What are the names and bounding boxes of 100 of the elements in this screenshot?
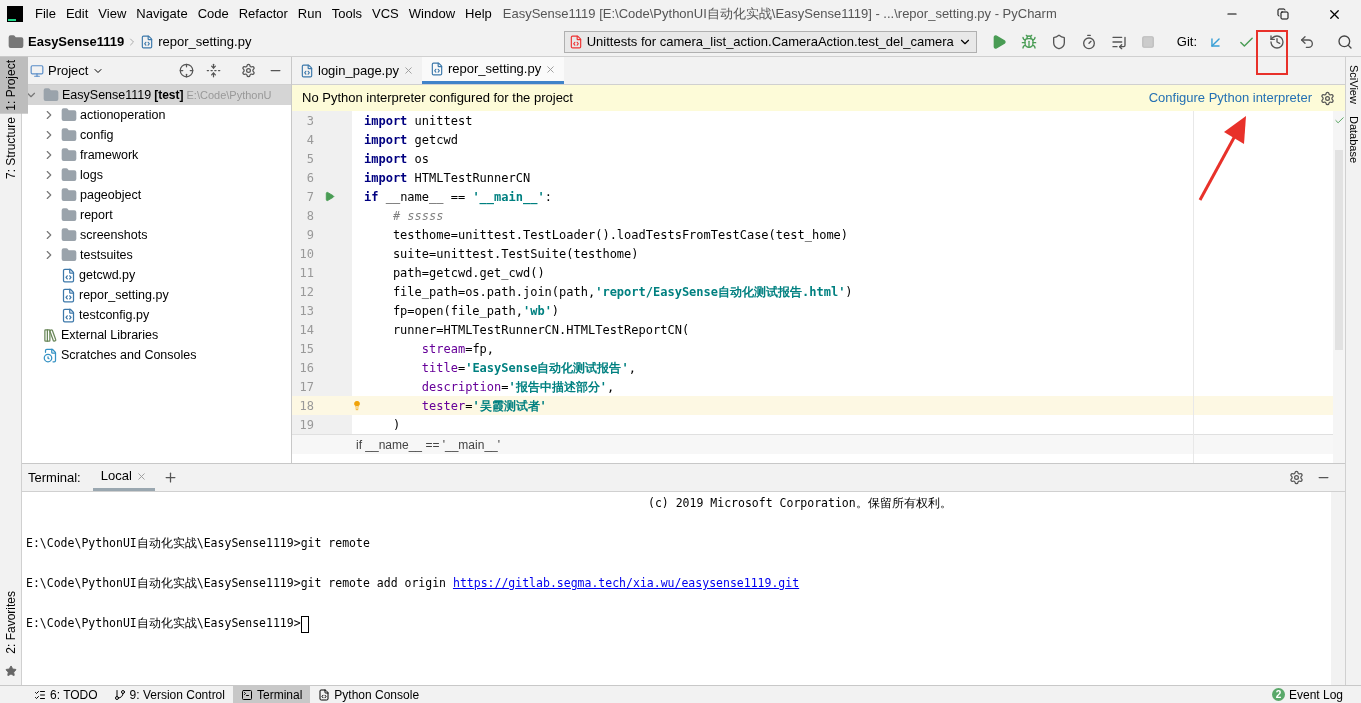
code-line: if __name__ == '__main__': xyxy=(363,188,552,206)
line-number: 5 xyxy=(305,150,314,168)
line-number: 13 xyxy=(298,302,314,320)
menu-item[interactable]: Refactor xyxy=(233,4,293,24)
code-line: ) xyxy=(391,416,401,434)
profile-icon[interactable] xyxy=(1080,34,1097,50)
panel-title[interactable]: Project xyxy=(48,60,89,81)
menu-item[interactable]: Tools xyxy=(326,4,368,24)
code-line: runner=HTMLTestRunnerCN.HTMLTestReportCN( xyxy=(391,321,690,339)
configure-interpreter-link[interactable]: Configure Python interpreter xyxy=(1148,88,1312,108)
code-line: # sssss xyxy=(391,207,444,225)
tool-window-tab[interactable]: 2: Favorites xyxy=(0,588,28,657)
line-number: 19 xyxy=(298,416,314,434)
tool-window-button[interactable]: Terminal xyxy=(232,686,311,703)
code-line: import os xyxy=(363,150,430,168)
concurrency-icon[interactable] xyxy=(1110,34,1127,50)
collapse-all-icon[interactable] xyxy=(206,63,221,78)
tree-item[interactable]: framework xyxy=(80,145,139,165)
editor-tab[interactable]: repor_setting.py xyxy=(421,57,565,84)
terminal-line: (c) 2019 Microsoft Corporation。保留所有权利。 xyxy=(648,495,952,513)
tree-item[interactable]: report xyxy=(80,205,113,225)
tree-item[interactable]: logs xyxy=(80,165,103,185)
code-line: stream=fp, xyxy=(420,340,495,358)
menu-item[interactable]: VCS xyxy=(367,4,404,24)
line-number: 18 xyxy=(298,397,314,415)
python-file-icon xyxy=(140,35,155,49)
breadcrumb-item[interactable]: EasySense1119 xyxy=(28,32,125,52)
tree-item[interactable]: screenshots xyxy=(80,225,148,245)
menu-item[interactable]: Help xyxy=(460,4,497,24)
code-line: file_path=os.path.join(path,'report/EasySense自动化测试报告.html') xyxy=(391,283,853,301)
tree-item[interactable]: testconfig.py xyxy=(79,305,150,325)
line-number: 3 xyxy=(305,112,314,130)
code-breadcrumb[interactable]: if __name__ == '__main__' xyxy=(356,435,501,454)
tree-item[interactable]: config xyxy=(80,125,114,145)
run-gutter-icon[interactable] xyxy=(324,191,335,202)
search-icon[interactable] xyxy=(1337,34,1353,50)
tool-window-button[interactable]: 6: TODO xyxy=(26,686,106,703)
tool-window-tab[interactable]: Database xyxy=(1345,115,1361,164)
python-test-icon xyxy=(568,35,583,49)
terminal-line: E:\Code\PythonUI自动化实战\EasySense1119> xyxy=(26,615,301,633)
code-line: description='报告中描述部分', xyxy=(420,378,615,396)
line-number: 14 xyxy=(298,321,314,339)
tree-item[interactable]: pageobject xyxy=(80,185,142,205)
folder-icon xyxy=(8,34,24,50)
tree-item[interactable]: EasySense1119 xyxy=(62,85,152,105)
folder-icon xyxy=(43,87,59,103)
project-view-icon xyxy=(30,63,44,78)
scratches-icon xyxy=(43,347,58,363)
menu-item[interactable]: Edit xyxy=(60,4,94,24)
tool-window-tab[interactable]: 7: Structure xyxy=(0,113,28,182)
menu-item[interactable]: Run xyxy=(292,4,327,24)
folder-icon xyxy=(61,227,77,243)
tree-item[interactable]: repor_setting.py xyxy=(79,285,169,305)
editor-tab[interactable]: login_page.py xyxy=(292,57,422,84)
coverage-icon[interactable] xyxy=(1050,34,1067,50)
settings-icon[interactable] xyxy=(1289,470,1304,485)
tree-item[interactable]: testsuites xyxy=(80,245,133,265)
locate-icon[interactable] xyxy=(179,63,194,78)
line-number: 11 xyxy=(298,264,314,282)
tree-item-path: E:\Code\PythonU xyxy=(186,87,272,103)
tool-window-button[interactable]: 9: Version Control xyxy=(105,686,233,703)
tree-item[interactable]: getcwd.py xyxy=(79,265,136,285)
line-number: 7 xyxy=(305,188,314,206)
run-configuration-dropdown[interactable]: Unittests for camera_list_action.CameraAction.test_del_camera xyxy=(563,31,977,53)
line-number: 12 xyxy=(298,283,314,301)
window-title: EasySense1119 [E:\Code\PythonUI自动化实战\EasySense1119] - ...\repor_setting.py - PyCharm xyxy=(502,5,1057,24)
breadcrumb-item[interactable]: repor_setting.py xyxy=(158,32,252,52)
tree-item-tag: [test] xyxy=(154,86,184,104)
menu-item[interactable]: Code xyxy=(192,4,234,24)
menu-item[interactable]: File xyxy=(30,4,61,24)
tool-window-tab[interactable]: SciView xyxy=(1345,65,1361,104)
code-line: testhome=unittest.TestLoader().loadTestsFromTestCase(test_home) xyxy=(391,226,849,244)
line-number: 15 xyxy=(298,340,314,358)
restore-icon[interactable] xyxy=(1277,8,1289,20)
python-file-icon xyxy=(61,267,76,283)
tool-window-tab[interactable]: 1: Project xyxy=(0,57,28,114)
settings-icon[interactable] xyxy=(241,63,256,78)
line-number: 17 xyxy=(298,378,314,396)
terminal-icon xyxy=(240,688,253,701)
event-log-button[interactable]: Event Log xyxy=(1288,685,1343,703)
tree-item[interactable]: Scratches and Consoles xyxy=(61,345,197,365)
terminal-line: E:\Code\PythonUI自动化实战\EasySense1119>git remote xyxy=(26,535,370,553)
python-file-icon xyxy=(429,62,444,76)
code-line: path=getcwd.get_cwd() xyxy=(391,264,545,282)
menu-item[interactable]: Window xyxy=(403,4,461,24)
rollback-icon[interactable] xyxy=(1299,34,1315,50)
event-count-badge: 2 xyxy=(1271,688,1285,701)
python-file-icon xyxy=(61,287,76,303)
settings-icon[interactable] xyxy=(1320,90,1335,106)
line-number: 4 xyxy=(305,131,314,149)
new-tab-icon[interactable] xyxy=(162,470,178,485)
tool-window-button[interactable]: Python Console xyxy=(310,686,428,703)
repository-link[interactable]: https://gitlab.segma.tech/xia.wu/easysense1119.git xyxy=(452,575,800,593)
code-line: import HTMLTestRunnerCN xyxy=(363,169,531,187)
tree-item[interactable]: actionoperation xyxy=(80,105,166,125)
history-icon[interactable] xyxy=(1269,34,1285,50)
menu-item[interactable]: Navigate xyxy=(131,4,193,24)
tree-item[interactable]: External Libraries xyxy=(61,325,159,345)
debug-icon[interactable] xyxy=(1020,34,1037,50)
menu-item[interactable]: View xyxy=(93,4,132,24)
